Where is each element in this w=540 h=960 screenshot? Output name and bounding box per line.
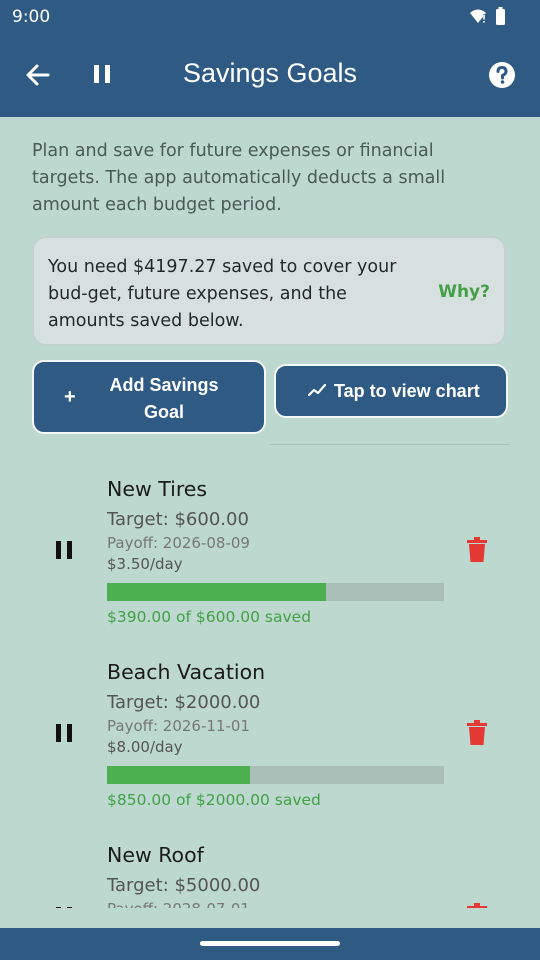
- goal-payoff-date: Payoff: 2028-07-01: [107, 900, 250, 908]
- page-title: Savings Goals: [182, 58, 358, 88]
- goal-target: Target: $600.00: [107, 509, 249, 530]
- goal-progress-bar: [107, 766, 444, 784]
- goal-target: Target: $2000.00: [107, 692, 261, 713]
- goal-payoff-date: Payoff: 2026-11-01: [107, 717, 250, 735]
- divider: [270, 444, 510, 445]
- delete-goal-icon[interactable]: [466, 720, 488, 746]
- delete-goal-icon[interactable]: [466, 537, 488, 563]
- status-bar: 9:00: [0, 0, 540, 32]
- intro-text: Plan and save for future expenses or fin…: [32, 141, 446, 215]
- status-time: 9:00: [12, 7, 51, 27]
- goal-name: New Tires: [107, 477, 208, 501]
- goal-item: New Tires Target: $600.00 Payoff: 2026-0…: [0, 455, 540, 638]
- help-icon[interactable]: [488, 61, 516, 89]
- goal-progress-fill: [107, 583, 327, 601]
- goal-saved-amount: $850.00 of $2000.00 saved: [107, 791, 321, 809]
- add-savings-goal-label: Add Savings Goal: [109, 375, 219, 422]
- navigation-bar: [0, 928, 540, 960]
- goal-payoff-date: Payoff: 2026-08-09: [107, 534, 250, 552]
- wifi-battery-icon: [470, 7, 505, 25]
- view-chart-label: Tap to view chart: [334, 381, 480, 401]
- why-link[interactable]: Why?: [438, 282, 490, 302]
- goal-item: New Roof Target: $5000.00 Payoff: 2028-0…: [0, 821, 540, 908]
- goal-daily-rate: $3.50/day: [107, 555, 183, 573]
- pause-goal-icon[interactable]: [54, 539, 74, 561]
- home-gesture-handle[interactable]: [200, 941, 340, 946]
- goal-item: Beach Vacation Target: $2000.00 Payoff: …: [0, 638, 540, 821]
- pause-goal-icon[interactable]: [54, 905, 74, 908]
- app-bar: Savings Goals: [0, 32, 540, 117]
- savings-needed-card: You need $4197.27 saved to cover your bu…: [32, 236, 506, 346]
- goal-saved-amount: $390.00 of $600.00 saved: [107, 608, 312, 626]
- savings-goal-list: New Tires Target: $600.00 Payoff: 2026-0…: [0, 455, 540, 908]
- goal-progress-bar: [107, 583, 444, 601]
- goal-name: New Roof: [107, 843, 204, 867]
- view-chart-button[interactable]: Tap to view chart: [274, 364, 508, 418]
- delete-goal-icon[interactable]: [466, 903, 488, 908]
- goal-daily-rate: $8.00/day: [107, 738, 183, 756]
- plus-icon: +: [64, 386, 76, 408]
- trending-chart-icon: [308, 383, 326, 397]
- goal-progress-fill: [107, 766, 251, 784]
- goal-target: Target: $5000.00: [107, 875, 261, 896]
- savings-needed-text: You need $4197.27 saved to cover your bu…: [48, 257, 397, 331]
- add-savings-goal-button[interactable]: + Add Savings Goal: [32, 360, 266, 434]
- pause-goal-icon[interactable]: [54, 722, 74, 744]
- system-icons: [468, 7, 508, 31]
- goal-name: Beach Vacation: [107, 660, 266, 684]
